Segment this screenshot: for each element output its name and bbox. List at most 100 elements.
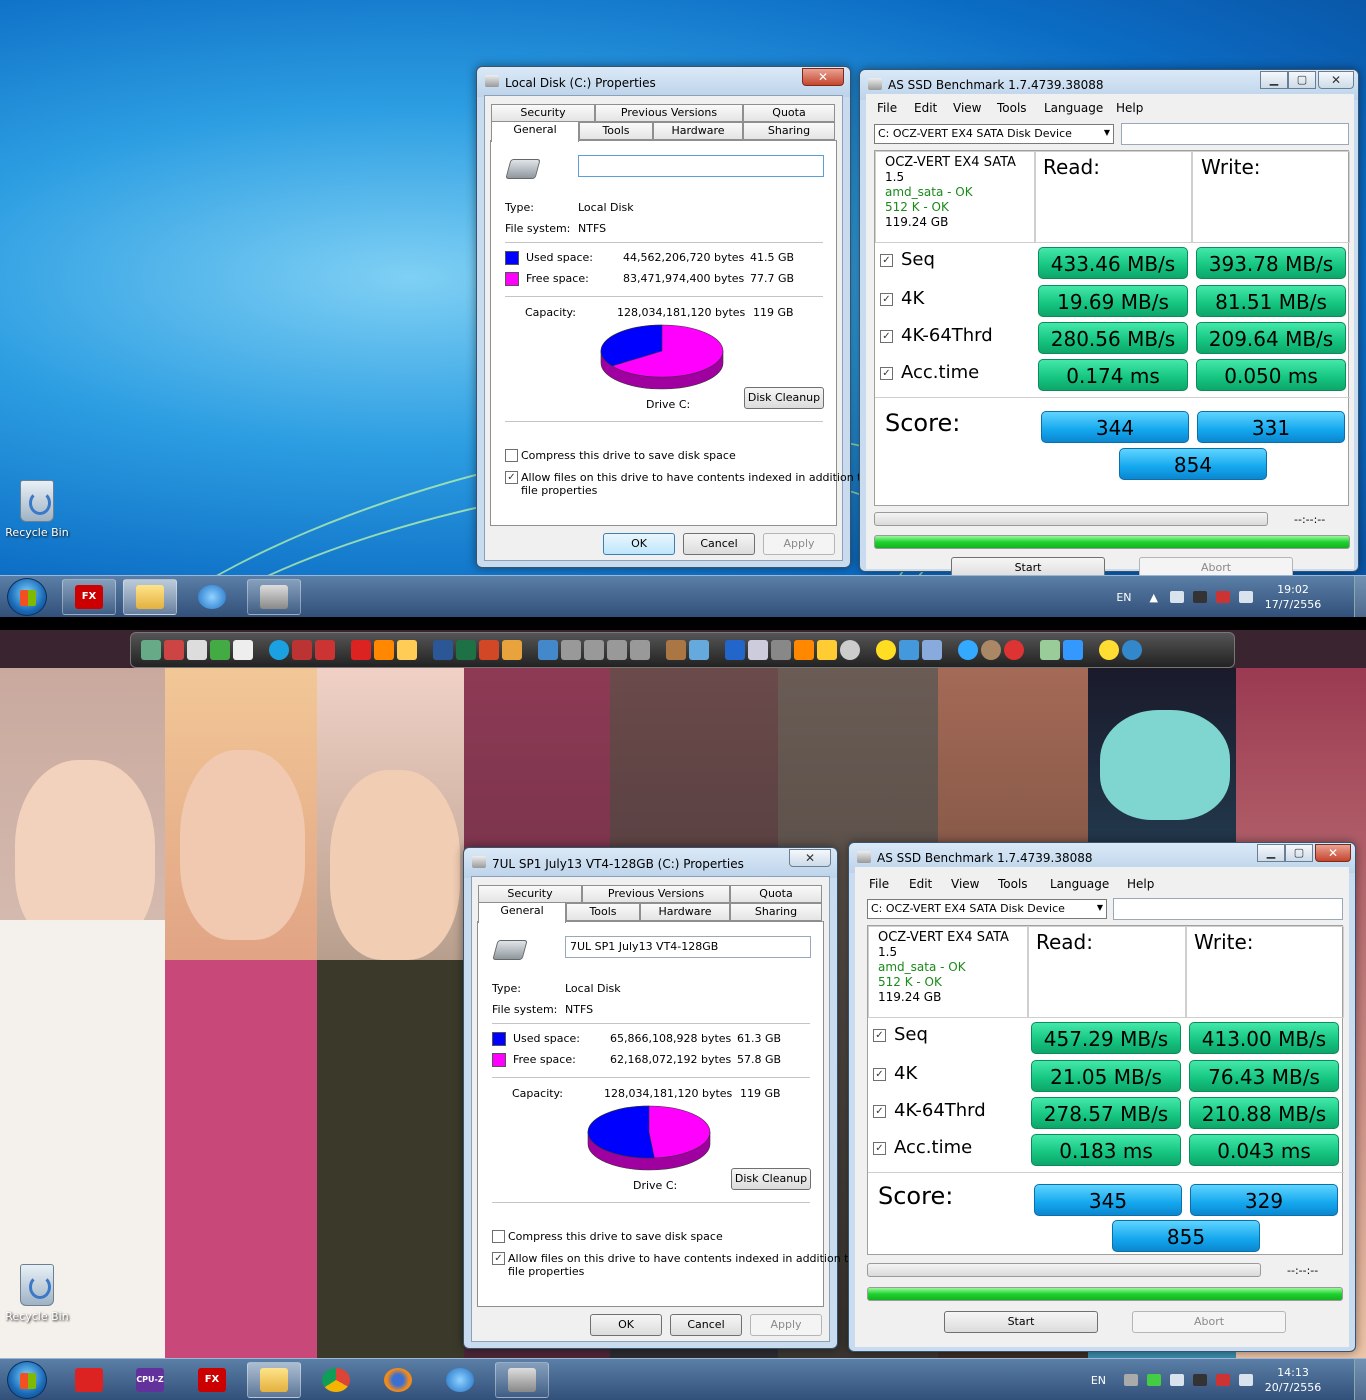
start-button[interactable]: [7, 578, 47, 616]
close-button[interactable]: ✕: [1318, 71, 1354, 89]
network-icon[interactable]: [1216, 591, 1230, 603]
dock-app-icon[interactable]: [748, 640, 768, 660]
menu-help[interactable]: Help: [1127, 877, 1154, 891]
taskbar-firefox[interactable]: [371, 1362, 425, 1398]
menu-tools[interactable]: Tools: [998, 877, 1028, 891]
menu-tools[interactable]: Tools: [997, 101, 1027, 115]
cancel-button[interactable]: Cancel: [670, 1314, 742, 1336]
minimize-button[interactable]: ▁: [1257, 844, 1285, 862]
close-button[interactable]: ✕: [789, 849, 831, 867]
tab-quota[interactable]: Quota: [730, 885, 822, 903]
apply-button[interactable]: Apply: [750, 1314, 822, 1336]
compress-checkbox[interactable]: [505, 449, 518, 462]
taskbar-chrome[interactable]: [309, 1362, 363, 1398]
dock-app-icon[interactable]: [689, 640, 709, 660]
recycle-bin[interactable]: Recycle Bin: [2, 1264, 72, 1323]
drive-f-icon[interactable]: [607, 640, 627, 660]
clock[interactable]: 14:13 20/7/2556: [1262, 1365, 1324, 1395]
apply-button[interactable]: Apply: [763, 533, 835, 555]
tab-general[interactable]: General: [491, 121, 579, 142]
seq-checkbox[interactable]: ✓: [880, 254, 893, 267]
index-checkbox[interactable]: ✓: [505, 471, 518, 484]
taskbar-cpuz[interactable]: CPU-Z: [123, 1362, 177, 1398]
menu-view[interactable]: View: [951, 877, 979, 891]
dock-app-icon[interactable]: [817, 640, 837, 660]
tab-security[interactable]: Security: [491, 104, 595, 122]
taskbar-amd-overdrive[interactable]: FX: [62, 579, 116, 615]
dock-app-icon[interactable]: [1004, 640, 1024, 660]
network-icon[interactable]: [1216, 1374, 1230, 1386]
dock-app-icon[interactable]: [840, 640, 860, 660]
show-hidden-icons-icon[interactable]: ▲: [1150, 591, 1158, 604]
4k64-checkbox[interactable]: ✓: [880, 330, 893, 343]
index-checkbox[interactable]: ✓: [492, 1252, 505, 1265]
drive-g-icon[interactable]: [630, 640, 650, 660]
amd-tray-icon[interactable]: [1193, 591, 1207, 603]
start-button[interactable]: Start: [944, 1311, 1098, 1333]
dock-app-icon[interactable]: [315, 640, 335, 660]
recycle-bin[interactable]: Recycle Bin: [2, 480, 72, 539]
cancel-button[interactable]: Cancel: [683, 533, 755, 555]
4k64-checkbox[interactable]: ✓: [873, 1105, 886, 1118]
disk-cleanup-button[interactable]: Disk Cleanup: [731, 1168, 811, 1190]
tab-sharing[interactable]: Sharing: [730, 903, 822, 921]
dock-app-icon[interactable]: [1040, 640, 1060, 660]
menu-file[interactable]: File: [869, 877, 889, 891]
menu-file[interactable]: File: [877, 101, 897, 115]
taskbar-ie[interactable]: [433, 1362, 487, 1398]
dock-app-icon[interactable]: [958, 640, 978, 660]
tab-general[interactable]: General: [478, 902, 566, 923]
tab-hardware[interactable]: Hardware: [640, 903, 730, 921]
taskbar-as-ssd[interactable]: [495, 1362, 549, 1398]
tab-tools[interactable]: Tools: [579, 122, 653, 140]
volume-icon[interactable]: [1239, 1374, 1253, 1386]
device-select[interactable]: C: OCZ-VERT EX4 SATA Disk Device: [867, 899, 1107, 919]
tab-security[interactable]: Security: [478, 885, 582, 903]
dock-app-icon[interactable]: [981, 640, 1001, 660]
ok-button[interactable]: OK: [603, 533, 675, 555]
vlc-icon[interactable]: [794, 640, 814, 660]
dock-app-icon[interactable]: [876, 640, 896, 660]
start-button[interactable]: [7, 1361, 47, 1399]
menu-edit[interactable]: Edit: [914, 101, 937, 115]
dock-app-icon[interactable]: [922, 640, 942, 660]
device-extra-input[interactable]: [1113, 898, 1343, 920]
tab-previous-versions[interactable]: Previous Versions: [582, 885, 730, 903]
volume-icon[interactable]: [1239, 591, 1253, 603]
show-desktop-button[interactable]: [1354, 1359, 1366, 1400]
skype-icon[interactable]: [269, 640, 289, 660]
taskbar-explorer[interactable]: [123, 579, 177, 615]
action-center-flag-icon[interactable]: [1170, 1374, 1184, 1386]
taskbar-flash[interactable]: [62, 1362, 116, 1398]
dock-app-icon[interactable]: [1063, 640, 1083, 660]
excel-icon[interactable]: [456, 640, 476, 660]
daemon-tools-icon[interactable]: [725, 640, 745, 660]
dock-app-icon[interactable]: [233, 640, 253, 660]
outlook-icon[interactable]: [502, 640, 522, 660]
dock-app-icon[interactable]: [1099, 640, 1119, 660]
dock-app-icon[interactable]: [292, 640, 312, 660]
acctime-checkbox[interactable]: ✓: [880, 367, 893, 380]
volume-label-input[interactable]: 7UL SP1 July13 VT4-128GB: [565, 936, 811, 958]
taskbar-as-ssd[interactable]: [247, 579, 301, 615]
language-indicator[interactable]: EN: [1091, 1374, 1106, 1387]
clock[interactable]: 19:02 17/7/2556: [1262, 582, 1324, 612]
acctime-checkbox[interactable]: ✓: [873, 1142, 886, 1155]
tab-quota[interactable]: Quota: [743, 104, 835, 122]
disk-cleanup-button[interactable]: Disk Cleanup: [744, 387, 824, 409]
show-desktop-button[interactable]: [1354, 576, 1366, 617]
tab-sharing[interactable]: Sharing: [743, 122, 835, 140]
dock-app-icon[interactable]: [187, 640, 207, 660]
tab-hardware[interactable]: Hardware: [653, 122, 743, 140]
drive-d-icon[interactable]: [561, 640, 581, 660]
4k-checkbox[interactable]: ✓: [880, 293, 893, 306]
menu-help[interactable]: Help: [1116, 101, 1143, 115]
menu-language[interactable]: Language: [1044, 101, 1103, 115]
device-extra-input[interactable]: [1121, 123, 1349, 145]
drive-e-icon[interactable]: [584, 640, 604, 660]
abort-button[interactable]: Abort: [1132, 1311, 1286, 1333]
volume-label-input[interactable]: [578, 155, 824, 177]
powerpoint-icon[interactable]: [479, 640, 499, 660]
compress-checkbox[interactable]: [492, 1230, 505, 1243]
amd-tray-icon[interactable]: [1193, 1374, 1207, 1386]
